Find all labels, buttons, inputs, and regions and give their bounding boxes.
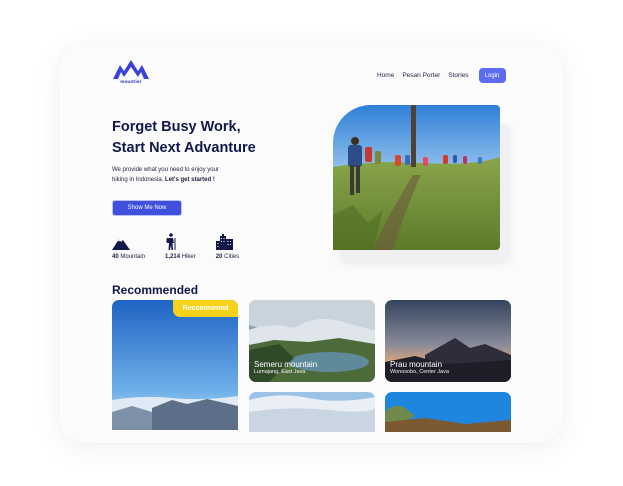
login-button[interactable]: Login — [478, 68, 506, 83]
featured-card-image — [112, 300, 238, 430]
card-semeru-name: Semeru mountain — [254, 360, 318, 369]
hero-subtitle-line1: We provide what you need to enjoy your — [112, 167, 219, 173]
logo-text: mountier — [120, 79, 142, 84]
hero-title: Forget Busy Work, Start Next Advanture — [112, 117, 312, 159]
hero-subtitle-cta-text: Let's get started ! — [165, 176, 215, 183]
hero-title-line2: Start Next Advanture — [112, 140, 256, 156]
nav-pesan-porter[interactable]: Pesan Porter — [402, 72, 440, 79]
hero-title-line1: Forget Busy Work, — [112, 119, 241, 135]
show-me-now-button[interactable]: Show Me Now — [112, 200, 182, 216]
hero-subtitle: We provide what you need to enjoy your h… — [112, 166, 272, 185]
nav-home[interactable]: Home — [377, 72, 394, 79]
card-prau-location: Wonosobo, Center Java — [390, 369, 449, 375]
stat-cities-value: 20 — [215, 254, 223, 260]
city-icon — [215, 233, 233, 250]
card-semeru-label: Semeru mountain Lumajang, East Java — [254, 360, 317, 376]
stat-cities-label: Cities — [224, 254, 240, 260]
featured-card[interactable]: Recommened — [112, 300, 238, 430]
recommended-badge: Recommened — [173, 300, 238, 317]
card-prau-name: Prau mountain — [390, 360, 443, 369]
mountain-icon — [112, 233, 130, 250]
stat-hiker-label: Hiker — [181, 254, 196, 260]
card-semeru-location: Lumajang, East Java — [254, 369, 306, 375]
card-bottom-right-image — [385, 392, 511, 432]
page-frame: mountier Home Pesan Porter Stories Login… — [59, 43, 564, 443]
hero-photo — [333, 105, 500, 250]
stat-mountain-value: 40 — [112, 254, 119, 260]
stat-cities-text: 20 Cities — [216, 254, 239, 260]
stat-hiker-value: 1,214 — [165, 254, 181, 260]
card-semeru[interactable]: Semeru mountain Lumajang, East Java — [249, 300, 375, 382]
card-bottom-right[interactable] — [385, 392, 511, 432]
brand-logo[interactable]: mountier — [112, 59, 150, 89]
stat-hiker: 1,214 Hiker — [165, 233, 196, 260]
stat-mountain-text: 40 Mountain — [112, 254, 145, 260]
stats-row: 40 Mountain 1,214 Hiker 20 Cities — [112, 233, 259, 260]
hero-subtitle-line2: hiking in Indonesia. Let's get started ! — [112, 176, 272, 186]
stat-hiker-text: 1,214 Hiker — [165, 254, 196, 260]
mountain-logo-icon — [113, 60, 149, 79]
card-prau[interactable]: Prau mountain Wonosobo, Center Java — [385, 300, 511, 382]
hero-subtitle-line2-text: hiking in Indonesia. — [112, 176, 166, 183]
card-bottom-middle-image — [249, 392, 375, 432]
card-prau-label: Prau mountain Wonosobo, Center Java — [390, 360, 449, 376]
nav-stories[interactable]: Stories — [448, 72, 468, 79]
top-nav: Home Pesan Porter Stories Login — [377, 68, 506, 83]
stat-mountain: 40 Mountain — [112, 233, 145, 260]
card-bottom-middle[interactable] — [249, 392, 375, 432]
hiker-icon — [165, 233, 177, 250]
recommended-title: Recommended — [112, 283, 199, 297]
stat-cities: 20 Cities — [215, 233, 239, 260]
stat-mountain-label: Mountain — [120, 254, 146, 260]
